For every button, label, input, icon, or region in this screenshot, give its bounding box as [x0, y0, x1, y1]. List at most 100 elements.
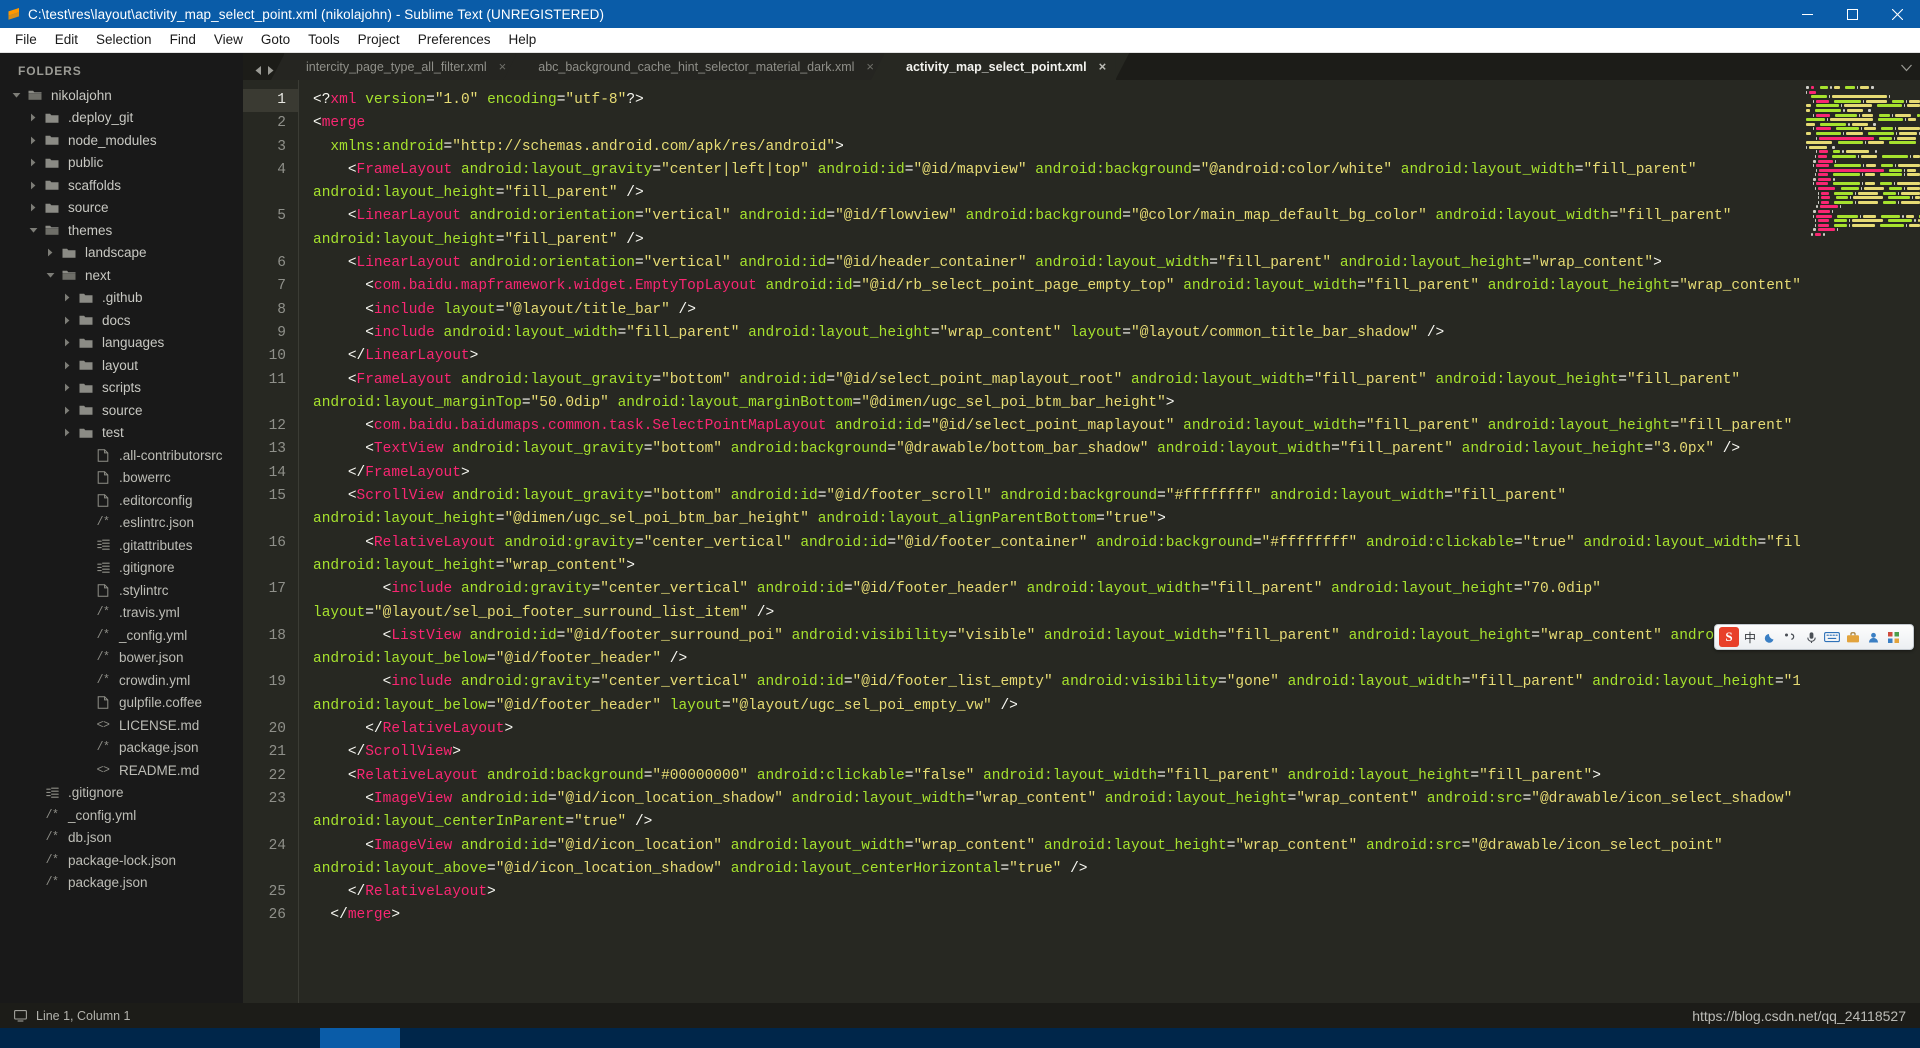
chevron-down-icon[interactable]	[42, 271, 58, 279]
editor-tab-0[interactable]: intercity_page_type_all_filter.xml ×	[284, 53, 517, 80]
code-line-4[interactable]: <FrameLayout android:layout_gravity="cen…	[313, 159, 1920, 206]
tree-folder-next[interactable]: next	[0, 264, 243, 287]
menu-item-edit[interactable]: Edit	[46, 29, 87, 51]
code-line-22[interactable]: <RelativeLayout android:background = "#000…	[313, 765, 1920, 788]
tree-folder-layout[interactable]: layout	[0, 354, 243, 377]
tree-folder-node-modules[interactable]: node_modules	[0, 129, 243, 152]
tree-folder-scripts[interactable]: scripts	[0, 377, 243, 400]
code-line-14[interactable]: </FrameLayout>	[313, 462, 1920, 485]
chevron-right-icon[interactable]	[25, 158, 41, 167]
code-line-8[interactable]: <include layout="@layout/title_bar" />	[313, 299, 1920, 322]
code-line-17[interactable]: <include android:gravity="center_vertica…	[313, 578, 1920, 625]
menu-item-project[interactable]: Project	[349, 29, 409, 51]
minimize-button[interactable]	[1785, 0, 1830, 28]
code-content[interactable]: <?xml version="1.0" encoding="utf-8"?> <m…	[298, 80, 1920, 1003]
menu-item-view[interactable]: View	[205, 29, 252, 51]
code-line-16[interactable]: <RelativeLayout android:gravity="center_…	[313, 532, 1920, 579]
tree-file-bower-json[interactable]: /* bower.json	[0, 647, 243, 670]
tree-file-eslintrc-json[interactable]: /* .eslintrc.json	[0, 512, 243, 535]
taskbar-active-item[interactable]	[320, 1028, 400, 1048]
close-button[interactable]	[1875, 0, 1920, 28]
chevron-down-icon[interactable]	[8, 91, 24, 99]
code-line-12[interactable]: <com.baidu.baidumaps.common.task.SelectP…	[313, 415, 1920, 438]
tree-folder-landscape[interactable]: landscape	[0, 242, 243, 265]
tree-file-package-lock-json[interactable]: /* package-lock.json	[0, 849, 243, 872]
code-line-19[interactable]: <include android:gravity="center_vertica…	[313, 671, 1920, 718]
tree-file-bowerrc[interactable]: .bowerrc	[0, 467, 243, 490]
tree-file-travis-yml[interactable]: /* .travis.yml	[0, 602, 243, 625]
maximize-button[interactable]	[1830, 0, 1875, 28]
code-line-18[interactable]: <ListView android:id="@id/footer_surroun…	[313, 625, 1920, 672]
menu-item-tools[interactable]: Tools	[299, 29, 349, 51]
chevron-right-icon[interactable]	[25, 136, 41, 145]
chevron-right-icon[interactable]	[59, 361, 75, 370]
code-line-7[interactable]: <com.baidu.mapframework.widget.EmptyTopL…	[313, 275, 1920, 298]
tree-file-db-json[interactable]: /* db.json	[0, 827, 243, 850]
code-line-25[interactable]: </RelativeLayout>	[313, 881, 1920, 904]
tree-file-gitignore[interactable]: .gitignore	[0, 782, 243, 805]
menu-item-help[interactable]: Help	[500, 29, 546, 51]
tree-file-package-json[interactable]: /* package.json	[0, 872, 243, 895]
code-line-21[interactable]: </ScrollView>	[313, 741, 1920, 764]
ime-toolbar[interactable]: S 中	[1714, 624, 1914, 650]
chevron-down-icon[interactable]	[1901, 63, 1912, 75]
code-line-6[interactable]: <LinearLayout android:orientation="verti…	[313, 252, 1920, 275]
tree-file-gulpfile-coffee[interactable]: gulpfile.coffee	[0, 692, 243, 715]
code-line-2[interactable]: <merge	[313, 112, 1920, 135]
sogou-ime-logo[interactable]: S	[1719, 627, 1739, 647]
tree-folder-public[interactable]: public	[0, 152, 243, 175]
tab-close-icon[interactable]: ×	[866, 60, 874, 73]
tree-file-gitignore[interactable]: .gitignore	[0, 557, 243, 580]
keyboard-icon[interactable]	[1822, 627, 1842, 647]
chevron-left-icon[interactable]	[253, 65, 263, 76]
code-pane[interactable]: 1 2 3 4 5 6 7 8 9 10 11 12 13 14 15 16 17 18 19 20 21 22 23 24 2…	[243, 80, 1920, 1003]
menu-item-preferences[interactable]: Preferences	[409, 29, 500, 51]
tree-folder-docs[interactable]: docs	[0, 309, 243, 332]
code-line-10[interactable]: </LinearLayout>	[313, 345, 1920, 368]
chevron-right-icon[interactable]	[59, 293, 75, 302]
menu-item-goto[interactable]: Goto	[252, 29, 299, 51]
editor-tab-1[interactable]: abc_background_cache_hint_selector_mater…	[516, 53, 884, 80]
menu-item-file[interactable]: File	[6, 29, 46, 51]
tree-folder-test[interactable]: test	[0, 422, 243, 445]
tree-folder-scaffolds[interactable]: scaffolds	[0, 174, 243, 197]
tree-file-gitattributes[interactable]: .gitattributes	[0, 534, 243, 557]
tree-file-license-md[interactable]: <> LICENSE.md	[0, 714, 243, 737]
tree-file-crowdin-yml[interactable]: /* crowdin.yml	[0, 669, 243, 692]
chevron-right-icon[interactable]	[25, 113, 41, 122]
code-line-9[interactable]: <include android:layout_width="fill_pare…	[313, 322, 1920, 345]
tab-close-icon[interactable]: ×	[1099, 60, 1107, 73]
code-line-3[interactable]: xmlns:android="http://schemas.android.co…	[313, 136, 1920, 159]
chevron-right-icon[interactable]	[42, 248, 58, 257]
tree-folder-deploy-git[interactable]: .deploy_git	[0, 107, 243, 130]
user-icon[interactable]	[1864, 627, 1882, 647]
tree-file-config-yml[interactable]: /* _config.yml	[0, 804, 243, 827]
tree-file-package-json[interactable]: /* package.json	[0, 737, 243, 760]
tab-close-icon[interactable]: ×	[499, 60, 507, 73]
code-line-1[interactable]: <?xml version="1.0" encoding="utf-8"?>	[313, 89, 1920, 112]
folders-sidebar[interactable]: FOLDERS nikolajohn .deploy_git node_module…	[0, 53, 243, 1003]
chevron-right-icon[interactable]	[59, 383, 75, 392]
chevron-right-icon[interactable]	[59, 428, 75, 437]
toolbox-icon[interactable]	[1844, 627, 1862, 647]
tree-folder-source[interactable]: source	[0, 197, 243, 220]
tree-file-stylintrc[interactable]: .stylintrc	[0, 579, 243, 602]
tree-folder-nikolajohn[interactable]: nikolajohn	[0, 84, 243, 107]
code-line-26[interactable]: </merge>	[313, 904, 1920, 927]
microphone-icon[interactable]	[1802, 627, 1820, 647]
tree-folder-themes[interactable]: themes	[0, 219, 243, 242]
apps-icon[interactable]	[1884, 627, 1902, 647]
chevron-down-icon[interactable]	[25, 226, 41, 234]
tree-file-all-contributorsrc[interactable]: .all-contributorsrc	[0, 444, 243, 467]
minimap[interactable]	[1800, 80, 1920, 1003]
tree-folder-source[interactable]: source	[0, 399, 243, 422]
chevron-right-icon[interactable]	[59, 406, 75, 415]
tab-list[interactable]: intercity_page_type_all_filter.xml × abc_b…	[284, 53, 1117, 80]
chevron-right-icon[interactable]	[59, 338, 75, 347]
tree-file-readme-md[interactable]: <> README.md	[0, 759, 243, 782]
code-line-5[interactable]: <LinearLayout android:orientation="verti…	[313, 205, 1920, 252]
tree-folder-languages[interactable]: languages	[0, 332, 243, 355]
file-tree[interactable]: nikolajohn .deploy_git node_modules public s…	[0, 84, 243, 894]
code-line-11[interactable]: <FrameLayout android:layout_gravity="bot…	[313, 369, 1920, 416]
code-line-24[interactable]: <ImageView android:id="@id/icon_location…	[313, 835, 1920, 882]
